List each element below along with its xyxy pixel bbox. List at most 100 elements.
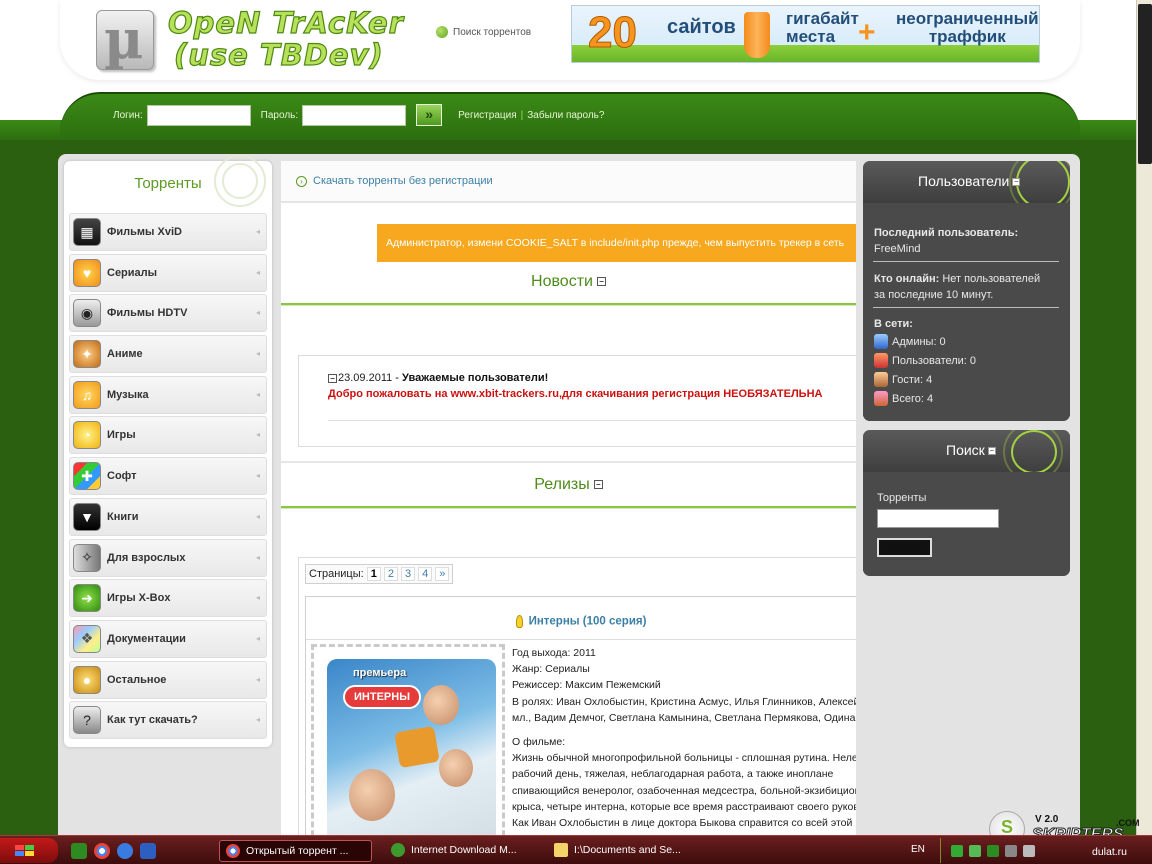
news-section-title: Новости−	[281, 273, 856, 291]
page-link-1[interactable]: 1	[367, 567, 381, 581]
group-icon	[874, 391, 888, 406]
search-input[interactable]	[877, 509, 999, 528]
admin-user-icon	[874, 334, 888, 349]
carrot-icon	[744, 12, 770, 58]
category-item-series[interactable]: ♥ Сериалы◂	[69, 254, 267, 292]
folder-icon	[554, 843, 568, 857]
total-count: Всего: 4	[874, 389, 976, 408]
taskbar-task-idm[interactable]: Internet Download M...	[385, 840, 535, 862]
utorrent-logo-icon[interactable]: µ	[96, 10, 154, 70]
download-strip: › Скачать торренты без регистрации	[281, 161, 856, 203]
media-icon[interactable]	[140, 843, 156, 859]
news-title: Уважаемые пользователи!	[402, 372, 548, 384]
search-submit-button[interactable]: Искать	[877, 538, 932, 557]
download-manager-icon	[391, 843, 405, 857]
pin-icon	[516, 615, 523, 628]
taskbar-task-browser[interactable]: Открытый торрент ...	[219, 840, 372, 862]
language-indicator[interactable]: EN	[911, 844, 925, 855]
category-item-docs[interactable]: ❖ Документации◂	[69, 620, 267, 658]
page-link-4[interactable]: 4	[418, 567, 432, 581]
login-form: Логин: Пароль: » Регистрация | Забыли па…	[113, 104, 604, 126]
search-torrents-link[interactable]: Поиск торрентов	[436, 26, 531, 38]
admins-count: Админы: 0	[874, 332, 976, 351]
page-link-2[interactable]: 2	[384, 567, 398, 581]
login-submit-button[interactable]: »	[416, 104, 442, 126]
film-reel-icon: ▦	[73, 218, 101, 246]
section-divider	[281, 303, 856, 306]
login-bar: Логин: Пароль: » Регистрация | Забыли па…	[0, 92, 1136, 140]
site-logo-line1[interactable]: OpeN TrAcKer	[168, 6, 404, 40]
collapse-icon[interactable]: −	[594, 480, 603, 489]
windows-taskbar: Открытый торрент ... Internet Download M…	[0, 835, 1152, 864]
category-item-books[interactable]: ▼ Книги◂	[69, 498, 267, 536]
penguin-windows-icon: ✚	[73, 462, 101, 490]
collapse-icon[interactable]: −	[328, 374, 337, 383]
last-user-label: Последний пользователь:	[874, 225, 1018, 241]
login-input[interactable]	[147, 105, 251, 126]
category-item-other[interactable]: ● Остальное◂	[69, 661, 267, 699]
utorrent-tray-icon[interactable]	[987, 845, 999, 857]
category-item-adults[interactable]: ✧ Для взрослых◂	[69, 539, 267, 577]
category-item-software[interactable]: ✚ Софт◂	[69, 457, 267, 495]
green-dot-icon	[436, 26, 448, 38]
utorrent-quicklaunch-icon[interactable]	[71, 843, 87, 859]
page-link-3[interactable]: 3	[401, 567, 415, 581]
users-panel: Пользователи− Последний пользователь: Fr…	[863, 161, 1070, 421]
search-field-label: Торренты	[877, 492, 926, 504]
users-count: Пользователи: 0	[874, 351, 976, 370]
search-panel-title: Поиск−	[946, 442, 996, 458]
password-input[interactable]	[302, 105, 406, 126]
guests-count: Гости: 4	[874, 370, 976, 389]
forgot-password-link[interactable]: Забыли пароль?	[527, 110, 604, 121]
page-next-link[interactable]: »	[435, 567, 449, 581]
torrent-description: Год выхода: 2011 Жанр: Сериалы Режиссер:…	[512, 645, 856, 831]
password-label: Пароль:	[261, 110, 298, 121]
ie-icon[interactable]	[117, 843, 133, 859]
main-content: › Скачать торренты без регистрации Админ…	[281, 161, 856, 836]
torrent-item: Интерны (100 серия) премьера ИНТЕРНЫ Год…	[305, 596, 856, 836]
chrome-icon[interactable]	[94, 843, 110, 859]
pacman-icon: ◔	[73, 421, 101, 449]
category-item-howto[interactable]: ? Как тут скачать?◂	[69, 701, 267, 739]
section-divider	[281, 461, 856, 463]
site-logo-line2[interactable]: (use TBDev)	[174, 38, 384, 72]
releases-list: Страницы: 1 2 3 4 » Интерны (100 серия) …	[298, 557, 856, 836]
tray-app-icon[interactable]	[1005, 845, 1017, 857]
windows-logo-icon	[14, 844, 36, 858]
collapse-icon[interactable]: −	[988, 447, 996, 455]
camera-icon: ◉	[73, 299, 101, 327]
running-man-icon: ➜	[73, 584, 101, 612]
collapse-icon[interactable]: −	[1012, 178, 1020, 186]
admin-notice: Администратор, измени COOKIE_SALT в incl…	[377, 224, 856, 262]
torrent-title-link[interactable]: Интерны (100 серия)	[306, 615, 856, 628]
ad-banner[interactable]: 20 сайтов гигабайтместа + неограниченный…	[571, 5, 1040, 63]
tray-app-icon[interactable]	[969, 845, 981, 857]
sidebar-title: Торренты	[64, 175, 272, 192]
last-user-link[interactable]: FreeMind	[874, 241, 1018, 257]
arrow-right-icon: ›	[296, 176, 307, 187]
tray-clock: dulat.ru	[1092, 846, 1127, 858]
search-panel: Поиск− Торренты Искать	[863, 430, 1070, 576]
smiley-hearts-icon: ♥	[73, 259, 101, 287]
collapse-icon[interactable]: −	[597, 277, 606, 286]
category-item-hdtv[interactable]: ◉ Фильмы HDTV◂	[69, 294, 267, 332]
music-note-icon: ♫	[73, 381, 101, 409]
puzzle-icon: ❖	[73, 625, 101, 653]
tuxedo-icon: ▼	[73, 503, 101, 531]
vertical-scrollbar[interactable]	[1136, 0, 1152, 835]
download-without-registration-link[interactable]: Скачать торренты без регистрации	[313, 175, 493, 187]
category-item-music[interactable]: ♫ Музыка◂	[69, 376, 267, 414]
register-link[interactable]: Регистрация	[458, 110, 516, 121]
network-icon[interactable]	[951, 845, 963, 857]
scrollbar-thumb[interactable]	[1138, 4, 1152, 164]
category-item-xvid[interactable]: ▦ Фильмы XviD◂	[69, 213, 267, 251]
category-item-xbox[interactable]: ➜ Игры X-Box◂	[69, 579, 267, 617]
taskbar-task-explorer[interactable]: I:\Documents and Se...	[548, 840, 698, 862]
news-date: 23.09.2011	[338, 372, 392, 384]
category-item-games[interactable]: ◔ Игры◂	[69, 416, 267, 454]
start-button[interactable]	[0, 838, 58, 863]
category-item-anime[interactable]: ✦ Аниме◂	[69, 335, 267, 373]
volume-icon[interactable]	[1023, 845, 1035, 857]
torrent-poster-image[interactable]: премьера ИНТЕРНЫ	[327, 659, 496, 836]
guest-icon	[874, 372, 888, 387]
